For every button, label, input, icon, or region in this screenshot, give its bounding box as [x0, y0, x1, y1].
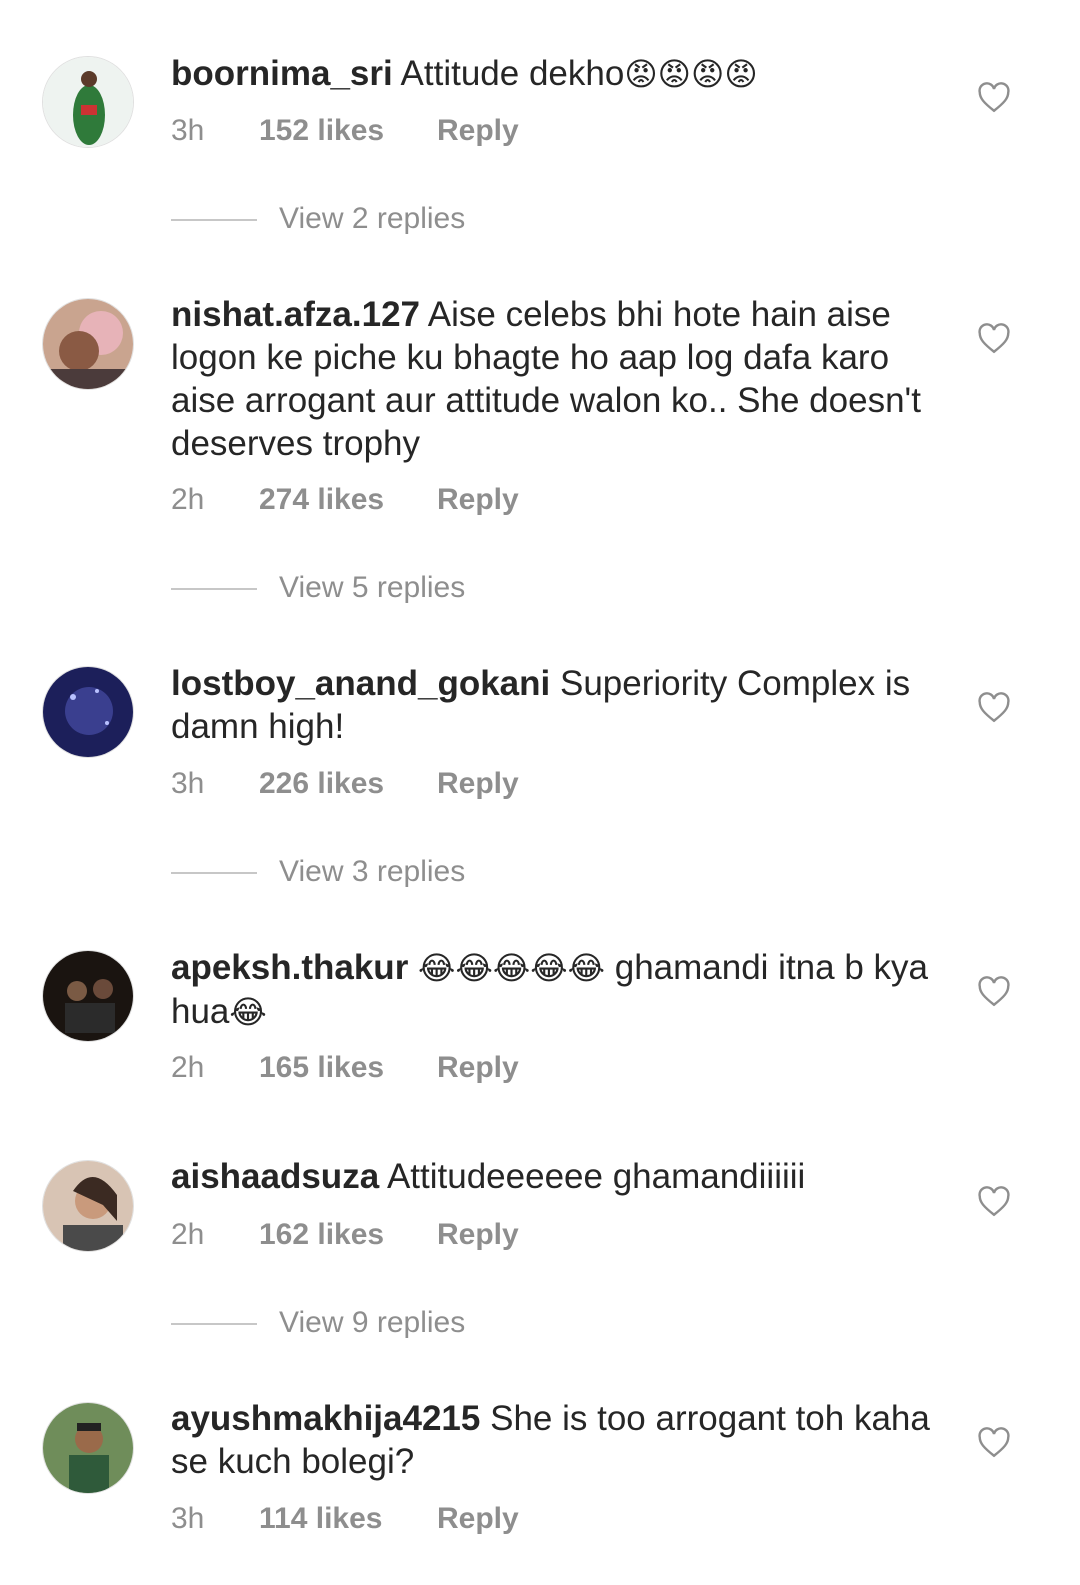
- comment-meta: 3h 114 likes Reply: [171, 1502, 519, 1536]
- comment-time: 2h: [171, 1218, 205, 1251]
- avatar[interactable]: [42, 1160, 134, 1252]
- view-replies-button[interactable]: View 3 replies: [171, 855, 465, 889]
- comment-time: 3h: [171, 767, 205, 800]
- comment-username[interactable]: apeksh.thakur: [171, 948, 408, 987]
- avatar[interactable]: [42, 56, 134, 148]
- heart-outline-icon[interactable]: [976, 80, 1012, 116]
- reply-button[interactable]: Reply: [437, 767, 519, 800]
- heart-outline-icon[interactable]: [976, 321, 1012, 357]
- comment-likes[interactable]: 152 likes: [259, 114, 437, 148]
- laughing-emoji: 😂😂😂😂😂: [418, 949, 605, 987]
- comment-meta: 3h 226 likes Reply: [171, 767, 519, 801]
- avatar[interactable]: [42, 666, 134, 758]
- comment-username[interactable]: lostboy_anand_gokani: [171, 664, 550, 703]
- replies-divider: [171, 1323, 257, 1326]
- comment-text: aishaadsuza Attitudeeeeee ghamandiiiiii: [171, 1155, 931, 1198]
- comment-text: lostboy_anand_gokani Superiority Complex…: [171, 662, 931, 748]
- avatar[interactable]: [42, 950, 134, 1042]
- comment-text: ayushmakhija4215 She is too arrogant toh…: [171, 1397, 931, 1483]
- reply-button[interactable]: Reply: [437, 1218, 519, 1251]
- heart-outline-icon[interactable]: [976, 974, 1012, 1010]
- comment-likes[interactable]: 274 likes: [259, 483, 437, 517]
- avatar[interactable]: [42, 298, 134, 390]
- reply-button[interactable]: Reply: [437, 1502, 519, 1535]
- comment-time: 3h: [171, 1502, 205, 1535]
- comment-likes[interactable]: 165 likes: [259, 1051, 437, 1085]
- replies-divider: [171, 588, 257, 591]
- replies-divider: [171, 219, 257, 222]
- comment-meta: 2h 274 likes Reply: [171, 483, 519, 517]
- comment-body: Attitudeeeeee ghamandiiiiii: [386, 1157, 806, 1196]
- heart-outline-icon[interactable]: [976, 1425, 1012, 1461]
- heart-outline-icon[interactable]: [976, 1184, 1012, 1220]
- angry-face-emoji: 😡😡😡😡: [624, 55, 758, 93]
- comment-meta: 2h 165 likes Reply: [171, 1051, 519, 1085]
- comment-time: 2h: [171, 1051, 205, 1084]
- view-replies-button[interactable]: View 2 replies: [171, 202, 465, 236]
- view-replies-button[interactable]: View 9 replies: [171, 1306, 465, 1340]
- comment-username[interactable]: boornima_sri: [171, 54, 393, 93]
- avatar[interactable]: [42, 1402, 134, 1494]
- reply-button[interactable]: Reply: [437, 483, 519, 516]
- comment-likes[interactable]: 114 likes: [259, 1502, 437, 1536]
- heart-outline-icon[interactable]: [976, 690, 1012, 726]
- comment-username[interactable]: ayushmakhija4215: [171, 1399, 480, 1438]
- comment-time: 2h: [171, 483, 205, 516]
- comment-username[interactable]: aishaadsuza: [171, 1157, 379, 1196]
- laughing-emoji: 😂: [229, 993, 267, 1031]
- comment-meta: 3h 152 likes Reply: [171, 114, 519, 148]
- reply-button[interactable]: Reply: [437, 114, 519, 147]
- comment-likes[interactable]: 162 likes: [259, 1218, 437, 1252]
- view-replies-button[interactable]: View 5 replies: [171, 571, 465, 605]
- comment-text: apeksh.thakur 😂😂😂😂😂 ghamandi itna b kya …: [171, 946, 931, 1034]
- comment-text: boornima_sri Attitude dekho😡😡😡😡: [171, 52, 931, 96]
- comment-text: nishat.afza.127 Aise celebs bhi hote hai…: [171, 293, 931, 465]
- reply-button[interactable]: Reply: [437, 1051, 519, 1084]
- comment-username[interactable]: nishat.afza.127: [171, 295, 420, 334]
- replies-divider: [171, 872, 257, 875]
- comment-time: 3h: [171, 114, 205, 147]
- comment-likes[interactable]: 226 likes: [259, 767, 437, 801]
- comment-meta: 2h 162 likes Reply: [171, 1218, 519, 1252]
- comment-body: Attitude dekho: [400, 54, 625, 93]
